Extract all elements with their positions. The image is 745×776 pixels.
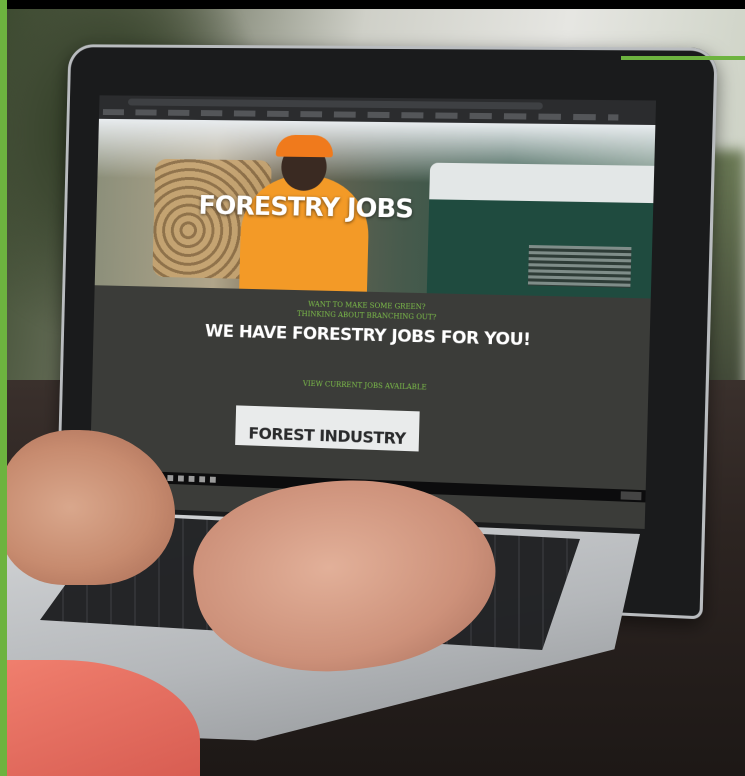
hero-banner: FORESTRY JOBS	[95, 119, 656, 299]
address-bar[interactable]	[128, 99, 543, 110]
hard-hat	[276, 135, 334, 158]
jobs-card[interactable]: FOREST INDUSTRY JOBS	[235, 405, 420, 451]
taskbar-clock	[621, 491, 642, 500]
laptop-screen: FORESTRY JOBS WANT TO MAKE SOME GREEN? T…	[89, 95, 656, 529]
left-accent-bar	[0, 0, 7, 776]
view-jobs-link[interactable]: VIEW CURRENT JOBS AVAILABLE	[92, 373, 648, 398]
top-border	[0, 0, 745, 9]
truck-grille	[528, 245, 632, 288]
accent-line	[621, 56, 745, 60]
photo-scene: FORESTRY JOBS WANT TO MAKE SOME GREEN? T…	[0, 0, 745, 776]
card-title: FOREST INDUSTRY JOBS	[235, 423, 419, 451]
